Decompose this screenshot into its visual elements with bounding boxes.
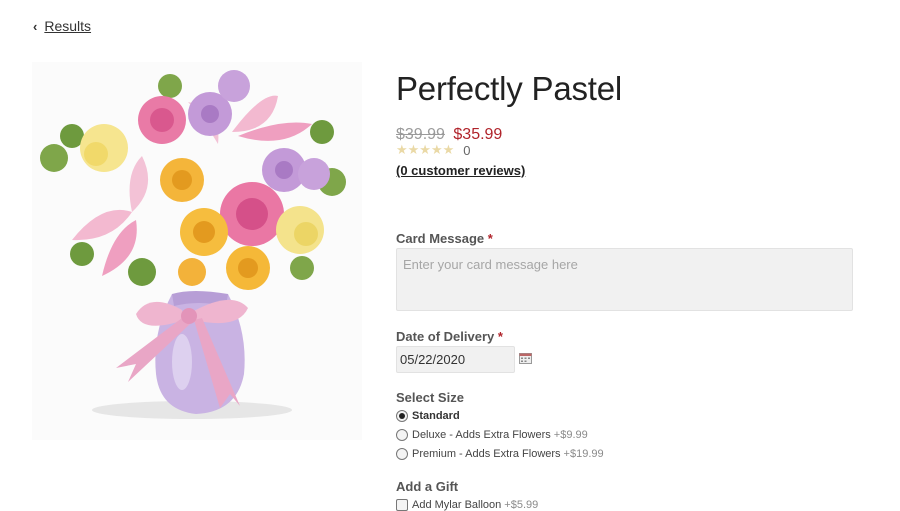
required-marker: * [497, 329, 503, 344]
back-to-results-link[interactable]: ‹ Results [33, 18, 91, 34]
card-message-input[interactable] [396, 248, 853, 311]
rating-count: 0 [463, 142, 471, 158]
back-link-label: Results [44, 18, 92, 34]
gift-option-mylar-balloon[interactable]: Add Mylar Balloon +$5.99 [396, 499, 538, 511]
delivery-date-label: Date of Delivery * [396, 329, 503, 344]
card-message-label-text: Card Message [396, 231, 485, 246]
customer-reviews-link[interactable]: (0 customer reviews) [396, 163, 525, 178]
size-option-price: +$19.99 [563, 448, 604, 460]
select-size-label: Select Size [396, 390, 464, 405]
product-title: Perfectly Pastel [396, 70, 623, 107]
star-rating: ★★★★★ 0 [396, 142, 471, 158]
sale-price: $35.99 [453, 126, 503, 143]
product-image [32, 62, 362, 440]
radio-button[interactable] [396, 429, 408, 441]
required-marker: * [487, 231, 493, 246]
gift-option-price: +$5.99 [504, 499, 539, 511]
radio-button[interactable] [396, 448, 408, 460]
gift-option-label: Add Mylar Balloon [412, 499, 502, 511]
original-price: $39.99 [396, 126, 445, 143]
chevron-left-icon: ‹ [33, 18, 38, 34]
size-option-label: Standard [412, 410, 460, 422]
card-message-label: Card Message * [396, 231, 493, 246]
calendar-icon[interactable] [519, 351, 532, 369]
size-option-standard[interactable]: Standard [396, 410, 460, 422]
rating-stars-icon: ★★★★★ [396, 142, 455, 157]
size-option-deluxe[interactable]: Deluxe - Adds Extra Flowers +$9.99 [396, 429, 588, 441]
size-option-price: +$9.99 [553, 429, 588, 441]
size-option-premium[interactable]: Premium - Adds Extra Flowers +$19.99 [396, 448, 604, 460]
size-option-label: Deluxe - Adds Extra Flowers [412, 429, 551, 441]
size-option-label: Premium - Adds Extra Flowers [412, 448, 561, 460]
add-gift-label: Add a Gift [396, 479, 459, 494]
delivery-date-label-text: Date of Delivery [396, 329, 495, 344]
delivery-date-input[interactable] [396, 346, 515, 373]
checkbox[interactable] [396, 499, 408, 511]
radio-button-selected[interactable] [396, 410, 408, 422]
